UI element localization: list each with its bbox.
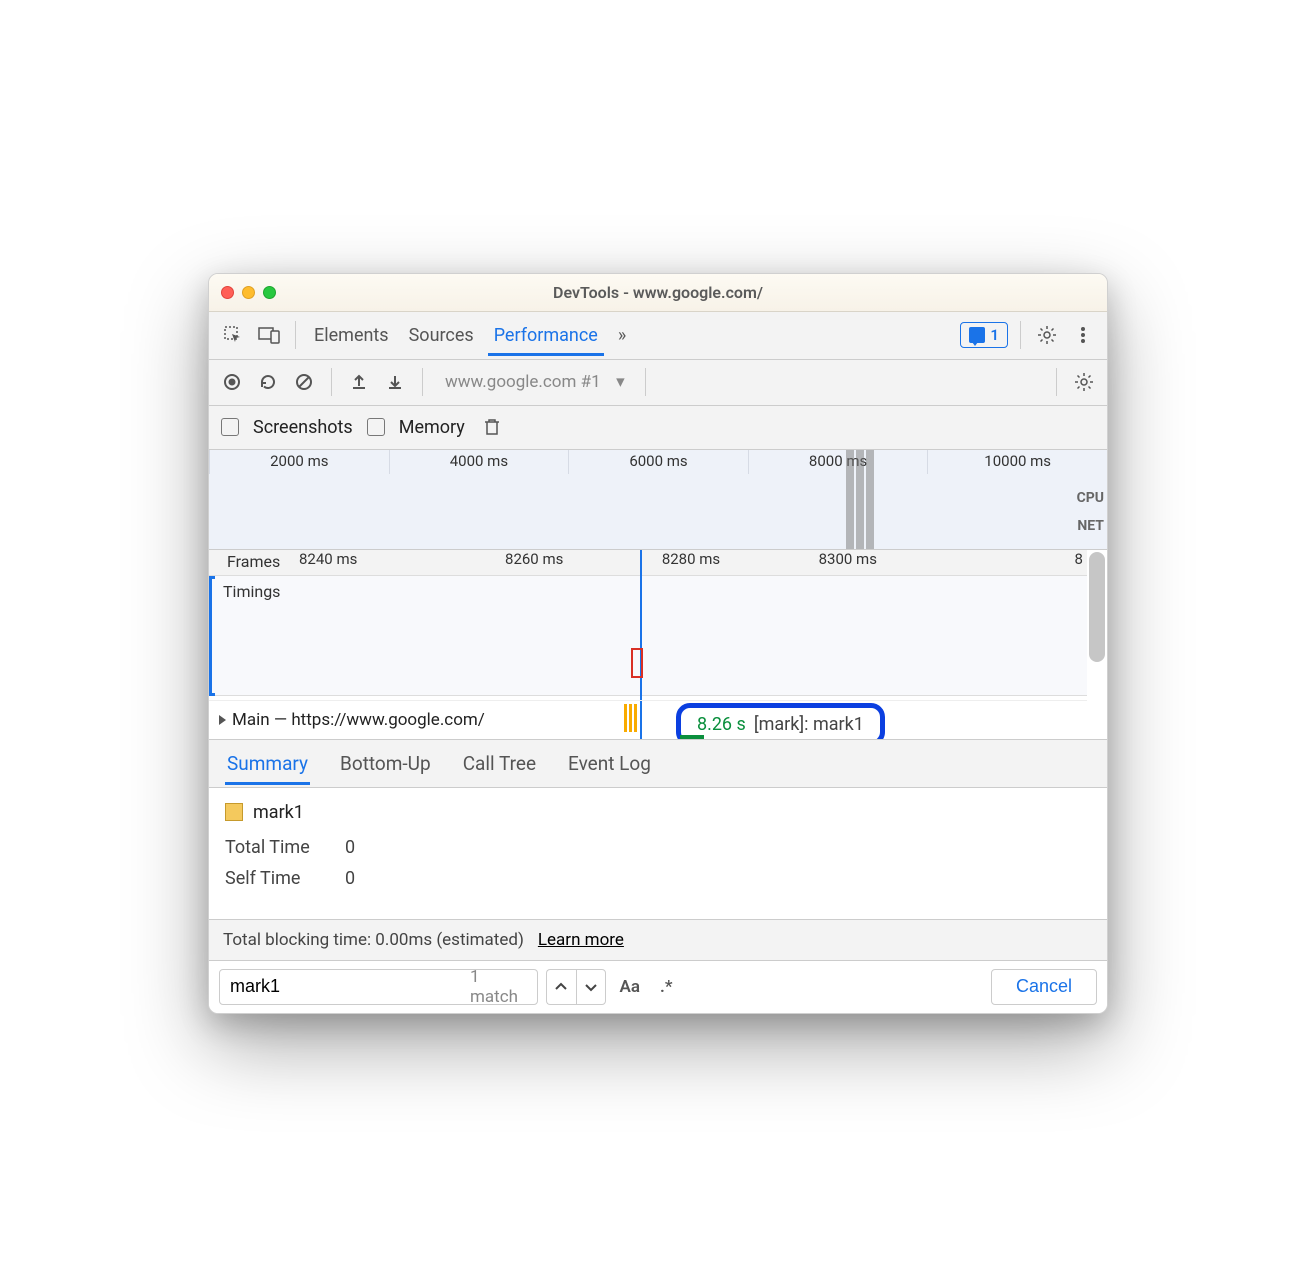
learn-more-link[interactable]: Learn more: [538, 930, 624, 950]
case-sensitive-toggle[interactable]: Aa: [614, 977, 646, 997]
mark-callout: 8.26 s [mark]: mark1: [676, 703, 885, 740]
dtick: 8: [926, 550, 1087, 575]
gear-icon[interactable]: [1033, 321, 1061, 349]
tab-elements[interactable]: Elements: [308, 315, 395, 356]
console-badge[interactable]: 1: [960, 322, 1008, 348]
devtools-window: DevTools - www.google.com/ Elements Sour…: [208, 273, 1108, 1014]
separator: [645, 368, 646, 396]
tab-sources[interactable]: Sources: [403, 315, 480, 356]
overview-ruler: 2000 ms 4000 ms 6000 ms 8000 ms 10000 ms: [209, 450, 1107, 474]
badge-count: 1: [990, 326, 999, 344]
frames-label: Frames: [227, 552, 280, 571]
green-segment: [680, 735, 704, 740]
capture-settings-gear-icon[interactable]: [1071, 369, 1097, 395]
screenshots-label: Screenshots: [253, 417, 353, 438]
cpu-label: CPU: [1077, 484, 1104, 512]
self-time-value: 0: [345, 868, 355, 889]
separator: [422, 368, 423, 396]
tab-performance[interactable]: Performance: [488, 315, 604, 356]
scrollbar-thumb[interactable]: [1089, 552, 1105, 662]
recording-selector[interactable]: www.google.com #1: [437, 368, 631, 396]
titlebar: DevTools - www.google.com/: [209, 274, 1107, 312]
details-tabbar: Summary Bottom-Up Call Tree Event Log: [209, 740, 1107, 788]
search-nav: [546, 969, 606, 1005]
chat-icon: [969, 327, 985, 343]
inspect-icon[interactable]: [219, 321, 247, 349]
download-icon[interactable]: [382, 369, 408, 395]
capture-options: Screenshots Memory: [209, 406, 1107, 450]
memory-checkbox[interactable]: [367, 418, 385, 436]
total-time-label: Total Time: [225, 837, 325, 858]
summary-panel: mark1 Total Time 0 Self Time 0: [209, 788, 1107, 919]
search-input[interactable]: [230, 976, 462, 997]
device-toggle-icon[interactable]: [255, 321, 283, 349]
tab-event-log[interactable]: Event Log: [566, 742, 653, 785]
tab-call-tree[interactable]: Call Tree: [461, 742, 538, 785]
tick: 10000 ms: [927, 450, 1107, 474]
mark-label: [mark]: mark1: [754, 714, 864, 735]
main-thread-row[interactable]: Main — https://www.google.com/: [209, 700, 1087, 740]
tick: 6000 ms: [568, 450, 748, 474]
dtick: 8300 ms: [769, 550, 926, 575]
upload-icon[interactable]: [346, 369, 372, 395]
memory-label: Memory: [399, 417, 465, 438]
task-bars: [624, 704, 638, 732]
close-window-button[interactable]: [221, 286, 234, 299]
search-match-count: 1 match: [470, 967, 527, 1007]
tick: 8000 ms: [748, 450, 928, 474]
tick: 4000 ms: [389, 450, 569, 474]
tab-more[interactable]: »: [612, 315, 632, 356]
overview-panel[interactable]: 2000 ms 4000 ms 6000 ms 8000 ms 10000 ms…: [209, 450, 1107, 550]
tab-bottom-up[interactable]: Bottom-Up: [338, 742, 433, 785]
event-swatch: [225, 803, 243, 821]
window-title: DevTools - www.google.com/: [221, 283, 1095, 302]
cancel-button[interactable]: Cancel: [991, 969, 1097, 1005]
separator: [295, 321, 296, 349]
overview-right-labels: CPU NET: [1077, 484, 1104, 540]
separator: [331, 368, 332, 396]
separator: [1020, 321, 1021, 349]
record-icon[interactable]: [219, 369, 245, 395]
main-thread-label: Main — https://www.google.com/: [232, 710, 485, 730]
timings-label: Timings: [223, 582, 280, 601]
dtick: 8280 ms: [613, 550, 770, 575]
self-time-row: Self Time 0: [225, 868, 1091, 889]
main-tabbar: Elements Sources Performance » 1: [209, 312, 1107, 360]
dtick: 8260 ms: [456, 550, 613, 575]
total-time-value: 0: [345, 837, 355, 858]
blocking-time-text: Total blocking time: 0.00ms (estimated): [223, 930, 524, 950]
clear-icon[interactable]: [291, 369, 317, 395]
tick: 2000 ms: [209, 450, 389, 474]
search-prev-button[interactable]: [546, 969, 576, 1005]
total-time-row: Total Time 0: [225, 837, 1091, 858]
event-name: mark1: [253, 802, 304, 823]
screenshots-checkbox[interactable]: [221, 418, 239, 436]
search-box: 1 match: [219, 969, 538, 1005]
performance-toolbar: www.google.com #1: [209, 360, 1107, 406]
net-label: NET: [1077, 512, 1104, 540]
kebab-icon[interactable]: [1069, 321, 1097, 349]
search-next-button[interactable]: [576, 969, 606, 1005]
timing-marker[interactable]: [631, 648, 643, 678]
flame-panel[interactable]: ns Frames 8240 ms 8260 ms 8280 ms 8300 m…: [209, 550, 1107, 740]
detail-ruler: Frames 8240 ms 8260 ms 8280 ms 8300 ms 8: [209, 550, 1087, 576]
overview-scrubber[interactable]: [856, 450, 864, 549]
window-controls: [221, 286, 276, 299]
selection-guide: [209, 576, 215, 696]
event-name-row: mark1: [225, 802, 1091, 823]
search-bar: 1 match Aa .* Cancel: [209, 960, 1107, 1013]
mark-time: 8.26 s: [697, 714, 746, 735]
blocking-time-footer: Total blocking time: 0.00ms (estimated) …: [209, 919, 1107, 960]
expand-triangle-icon[interactable]: [219, 715, 226, 725]
tab-summary[interactable]: Summary: [225, 742, 310, 785]
maximize-window-button[interactable]: [263, 286, 276, 299]
timings-lane[interactable]: Timings: [209, 576, 1087, 696]
reload-icon[interactable]: [255, 369, 281, 395]
trash-icon[interactable]: [479, 414, 505, 440]
minimize-window-button[interactable]: [242, 286, 255, 299]
regex-toggle[interactable]: .*: [654, 977, 678, 997]
separator: [1056, 368, 1057, 396]
self-time-label: Self Time: [225, 868, 325, 889]
